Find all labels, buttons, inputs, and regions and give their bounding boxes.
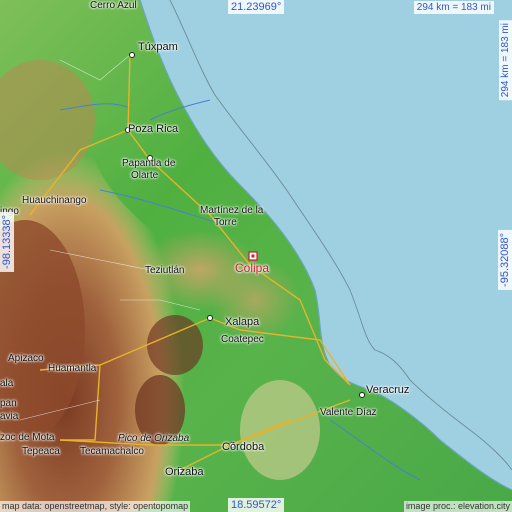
city-label-tlaxcala-2: pan (0, 398, 17, 409)
city-label-huamantla: Huamantla (48, 363, 97, 374)
top-latitude: 21.23969° (228, 0, 285, 14)
left-longitude: -98.13338° (0, 212, 14, 272)
scale-vertical: 294 km = 183 mi (499, 20, 512, 101)
city-label-tlaxcala-1: ala (0, 378, 14, 389)
city-label-tecamachalco: Tecamachalco (80, 446, 144, 457)
city-label-torre: Torre (214, 217, 237, 228)
city-label-zoc-de-mota: zoc de Mota (0, 432, 55, 443)
right-longitude: -95.32088° (498, 230, 512, 290)
elevation-map: Cerro Azul Túxpam Poza Rica Papantla de … (0, 0, 512, 512)
city-label-valente-diaz: Valente Díaz (320, 407, 377, 418)
city-label-veracruz: Veracruz (366, 384, 410, 396)
target-marker (248, 251, 258, 261)
terrain-layer (0, 0, 512, 512)
city-label-tuxpam: Túxpam (138, 41, 178, 53)
city-label-tlaxcala-3: avia (0, 411, 19, 422)
city-label-tepeaca: Tepeaca (22, 446, 60, 457)
city-label-huauchinango: Huauchinango (22, 195, 87, 206)
bottom-latitude: 18.59572° (228, 498, 285, 512)
city-label-poza-rica: Poza Rica (128, 123, 179, 135)
city-label-orizaba: Orizaba (165, 466, 204, 478)
target-label: Colipa (235, 261, 270, 275)
city-label-coatepec: Coatepec (221, 334, 264, 345)
image-credit: image proc.: elevation.city (403, 501, 512, 512)
city-label-olarte: Olarte (131, 170, 159, 181)
city-label-apizaco: Apizaco (8, 353, 44, 364)
southern-plain (240, 380, 320, 480)
city-label-martinez: Martínez de la (200, 205, 264, 216)
city-label-pico-de-orizaba: Pico de Orizaba (118, 433, 190, 444)
map-attribution: map data: openstreetmap, style: opentopo… (0, 501, 191, 512)
city-label-teziutlan: Teziutlán (145, 265, 185, 276)
city-label-xalapa: Xalapa (225, 316, 260, 328)
city-label-cordoba: Córdoba (222, 441, 265, 453)
city-label-cerro-azul: Cerro Azul (90, 0, 137, 11)
city-label-papantla: Papantla de (122, 158, 176, 169)
scale-horizontal: 294 km = 183 mi (413, 1, 494, 14)
